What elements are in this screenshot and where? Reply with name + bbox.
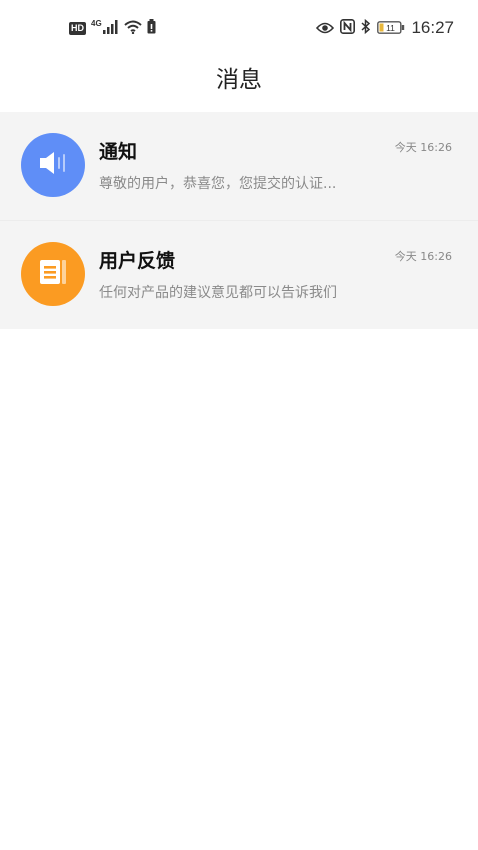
status-time: 16:27 bbox=[411, 18, 454, 37]
hd-icon: HD bbox=[69, 21, 86, 35]
battery-saver-icon bbox=[147, 18, 156, 38]
feedback-icon bbox=[38, 257, 68, 291]
message-list: 通知 尊敬的用户，恭喜您，您提交的认证... 今天 16:26 用户反馈 任何对… bbox=[0, 112, 478, 329]
eye-icon bbox=[316, 19, 335, 38]
wifi-icon bbox=[124, 19, 142, 38]
status-bar-left: HD 4G bbox=[69, 18, 156, 38]
message-item-notification[interactable]: 通知 尊敬的用户，恭喜您，您提交的认证... 今天 16:26 bbox=[0, 112, 478, 220]
message-preview: 尊敬的用户，恭喜您，您提交的认证... bbox=[99, 176, 337, 192]
nfc-icon bbox=[340, 18, 356, 38]
network-type-label: 4G bbox=[91, 18, 102, 28]
status-bar-right: 11 16:27 bbox=[316, 16, 454, 40]
status-bar: HD 4G 11 16:27 bbox=[0, 0, 478, 56]
bluetooth-icon bbox=[361, 18, 371, 38]
message-title: 通知 bbox=[99, 141, 138, 163]
speaker-icon bbox=[37, 149, 69, 181]
page-title: 消息 bbox=[216, 67, 262, 93]
battery-icon: 11 bbox=[377, 19, 405, 38]
notification-avatar bbox=[21, 133, 85, 197]
message-item-feedback[interactable]: 用户反馈 任何对产品的建议意见都可以告诉我们 今天 16:26 bbox=[0, 220, 478, 329]
message-time: 今天 16:26 bbox=[394, 141, 452, 154]
message-time: 今天 16:26 bbox=[394, 250, 452, 263]
message-title: 用户反馈 bbox=[99, 250, 176, 272]
message-preview: 任何对产品的建议意见都可以告诉我们 bbox=[99, 285, 337, 301]
signal-icon bbox=[102, 19, 119, 38]
battery-level-label: 11 bbox=[387, 23, 396, 33]
feedback-avatar bbox=[21, 242, 85, 306]
